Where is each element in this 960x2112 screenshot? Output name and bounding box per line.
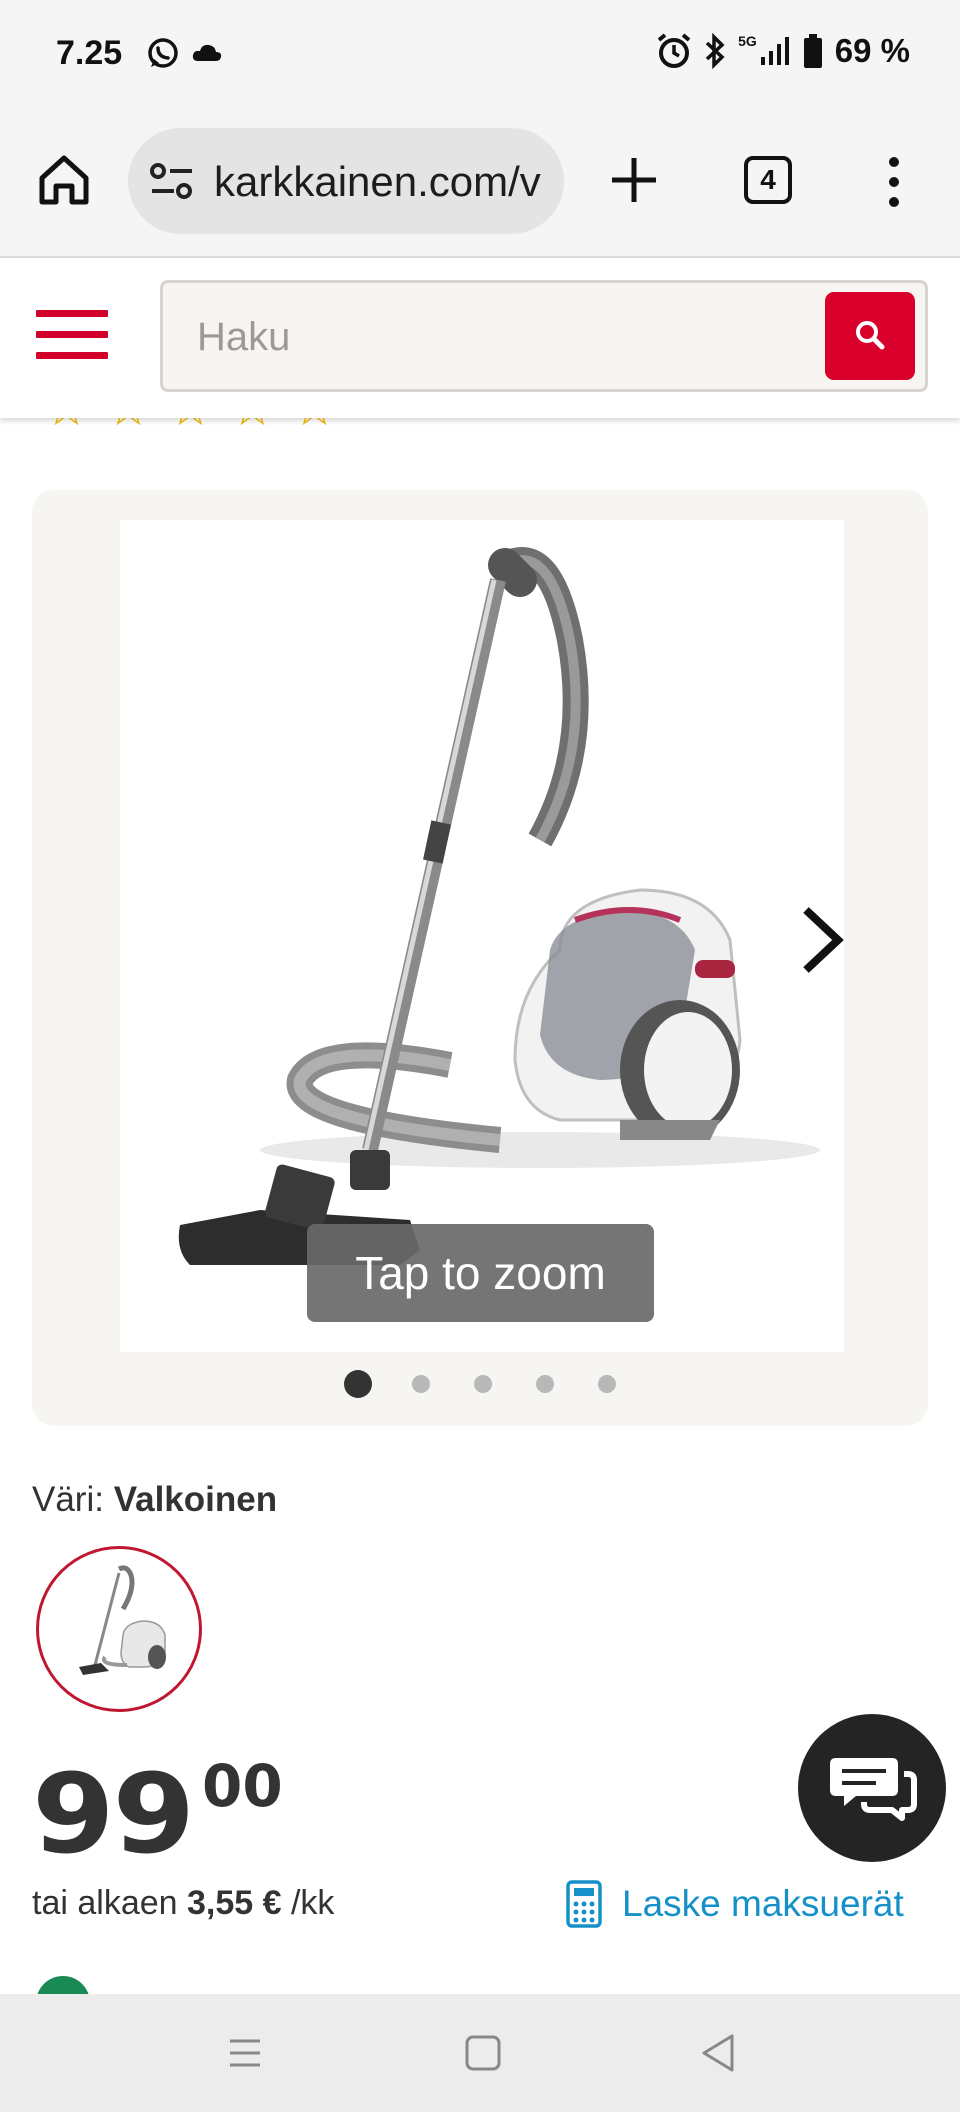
color-swatch-selected[interactable] [36,1546,202,1712]
installment-period: /kk [290,1884,335,1922]
status-right: 5G 69 % [656,32,910,70]
search-input[interactable] [197,307,757,367]
gallery-dot[interactable] [536,1375,554,1393]
calculate-installments-link[interactable]: Laske maksuerät [566,1880,904,1928]
color-label: Väri: Valkoinen [32,1480,277,1520]
tap-to-zoom-hint[interactable]: Tap to zoom [307,1224,654,1322]
installment-prefix: tai alkaen [32,1884,178,1922]
site-settings-icon[interactable] [150,161,194,201]
gallery-dot[interactable] [344,1370,372,1398]
search-button[interactable] [825,292,915,380]
color-label-text: Väri: [32,1480,104,1519]
gallery-pagination [32,1368,928,1398]
price-integer: 99 [32,1750,195,1878]
status-bar: 7.25 5G 69 % [0,0,960,106]
battery-level: 69 % [834,32,910,69]
price-decimals: 00 [202,1752,283,1820]
whatsapp-icon [148,38,178,68]
product-price: 99 00 [32,1750,283,1878]
alarm-icon [657,33,691,68]
plus-icon[interactable] [604,150,664,210]
chevron-right-icon[interactable] [792,900,852,980]
cloud-icon [192,44,222,61]
gallery-dot[interactable] [598,1375,616,1393]
hamburger-icon[interactable] [36,310,108,362]
search-icon [856,321,885,350]
signal-icon [760,37,789,65]
chat-icon [830,1758,917,1821]
calculate-installments-label: Laske maksuerät [622,1883,904,1924]
chat-button[interactable] [798,1714,946,1862]
bluetooth-icon [705,33,725,69]
color-value: Valkoinen [113,1480,278,1519]
browser-toolbar: karkkainen.com/v 4 [0,106,960,258]
site-header [0,258,960,418]
system-navigation-bar [0,1994,960,2112]
gallery-dot[interactable] [474,1375,492,1393]
calculator-icon [566,1880,602,1928]
address-bar[interactable]: karkkainen.com/v [128,128,564,234]
url-text: karkkainen.com/v [214,158,541,205]
product-gallery: Tap to zoom [32,490,928,1426]
back-icon[interactable] [694,2028,744,2078]
more-vertical-icon[interactable] [882,154,906,210]
recents-icon[interactable] [220,2028,270,2078]
home-icon[interactable] [36,152,92,208]
battery-icon [803,34,822,68]
tabs-icon[interactable]: 4 [744,156,792,204]
search-box [160,280,928,392]
installment-info: tai alkaen 3,55 € /kk [32,1884,334,1923]
installment-amount: 3,55 € [187,1884,282,1922]
gallery-dot[interactable] [412,1375,430,1393]
status-time: 7.25 [56,34,123,72]
status-left-icons [146,36,224,70]
vacuum-thumbnail [79,1565,166,1675]
home-nav-icon[interactable] [458,2028,508,2078]
network-type: 5G [738,33,757,49]
